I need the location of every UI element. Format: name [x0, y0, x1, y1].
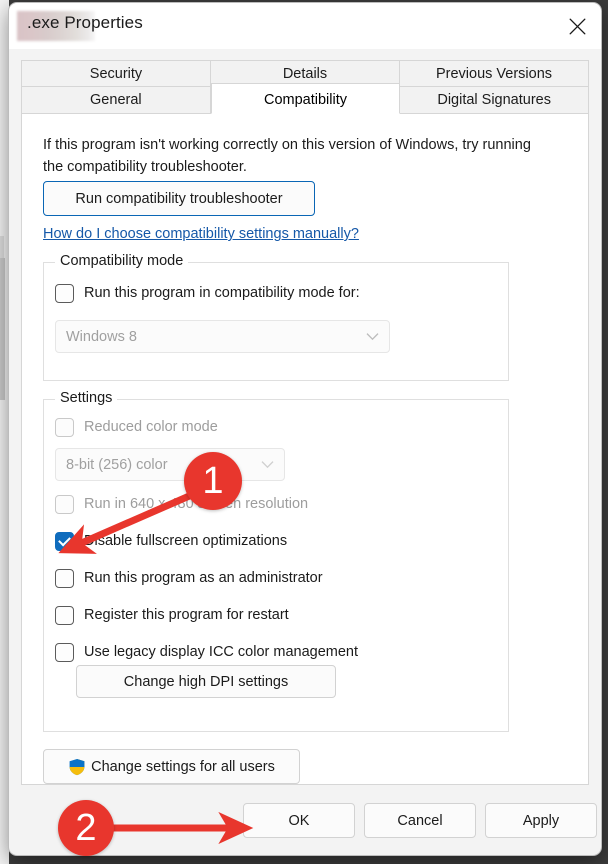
tab-strip: Security Details Previous Versions Gener… — [9, 49, 601, 114]
compatibility-tab-page: If this program isn't working correctly … — [21, 114, 589, 785]
cancel-button[interactable]: Cancel — [364, 803, 476, 838]
checkbox-label: Run in 640 x 480 screen resolution — [84, 496, 309, 512]
checkbox-box — [55, 284, 74, 303]
compatibility-mode-group-title: Compatibility mode — [55, 253, 189, 269]
checkbox-label: Run this program in compatibility mode f… — [84, 285, 360, 301]
chevron-down-icon — [366, 329, 379, 345]
reduced-color-depth-combobox: 8-bit (256) color — [55, 448, 285, 481]
run-compatibility-troubleshooter-button[interactable]: Run compatibility troubleshooter — [43, 181, 315, 216]
combobox-value: Windows 8 — [66, 328, 137, 345]
properties-dialog: .exe Properties Security Details Previou… — [9, 3, 601, 855]
close-icon — [569, 18, 586, 34]
checkbox-box — [55, 569, 74, 588]
ok-button[interactable]: OK — [243, 803, 355, 838]
checkbox-box — [55, 606, 74, 625]
checkbox-box — [55, 643, 74, 662]
checkbox-run-as-administrator[interactable]: Run this program as an administrator — [55, 569, 323, 588]
settings-group-title: Settings — [55, 390, 118, 406]
tab-general[interactable]: General — [21, 87, 211, 114]
compatibility-mode-version-combobox[interactable]: Windows 8 — [55, 320, 390, 353]
checkbox-label: Run this program as an administrator — [84, 570, 323, 586]
compatibility-mode-groupbox: Compatibility mode Run this program in c… — [43, 253, 509, 381]
apply-button[interactable]: Apply — [485, 803, 597, 838]
desktop-backdrop: .exe Properties Security Details Previou… — [0, 0, 608, 864]
tab-security[interactable]: Security — [21, 60, 211, 87]
settings-groupbox: Settings Reduced color mode 8-bit (256) … — [43, 390, 509, 732]
checkbox-box — [55, 418, 74, 437]
checkbox-disable-fullscreen-optimizations[interactable]: Disable fullscreen optimizations — [55, 532, 287, 551]
checkbox-run-in-640x480: Run in 640 x 480 screen resolution — [55, 495, 308, 514]
checkbox-label: Register this program for restart — [84, 607, 289, 623]
uac-shield-icon — [68, 758, 86, 776]
change-high-dpi-settings-button[interactable]: Change high DPI settings — [76, 665, 336, 698]
tab-previous-versions[interactable]: Previous Versions — [400, 60, 589, 87]
tab-compatibility[interactable]: Compatibility — [210, 83, 401, 114]
title-bar: .exe Properties — [9, 3, 601, 49]
background-window-accent-secondary — [0, 236, 4, 258]
window-title: .exe Properties — [27, 13, 143, 32]
checkbox-label: Disable fullscreen optimizations — [84, 533, 288, 549]
checkbox-register-for-restart[interactable]: Register this program for restart — [55, 606, 289, 625]
checkbox-legacy-icc-color-management[interactable]: Use legacy display ICC color management — [55, 643, 358, 662]
checkbox-box — [55, 495, 74, 514]
background-window-edge — [0, 0, 9, 864]
compatibility-settings-help-link[interactable]: How do I choose compatibility settings m… — [43, 226, 359, 242]
checkbox-run-in-compatibility-mode[interactable]: Run this program in compatibility mode f… — [55, 284, 360, 303]
checkbox-label: Use legacy display ICC color management — [84, 644, 359, 660]
tab-digital-signatures[interactable]: Digital Signatures — [400, 87, 590, 114]
intro-text: If this program isn't working correctly … — [43, 137, 531, 175]
change-settings-for-all-users-button[interactable]: Change settings for all users — [43, 749, 300, 784]
change-all-users-label: Change settings for all users — [91, 758, 275, 775]
chevron-down-icon — [261, 457, 274, 473]
close-button[interactable] — [554, 3, 601, 49]
checkbox-reduced-color-mode: Reduced color mode — [55, 418, 218, 437]
dialog-footer: OK Cancel Apply — [9, 785, 601, 855]
checkbox-label: Reduced color mode — [84, 419, 218, 435]
checkbox-box — [55, 532, 74, 551]
combobox-value: 8-bit (256) color — [66, 456, 168, 473]
background-window-accent — [0, 258, 5, 400]
tab-row-lower: General Compatibility Digital Signatures — [21, 83, 590, 114]
